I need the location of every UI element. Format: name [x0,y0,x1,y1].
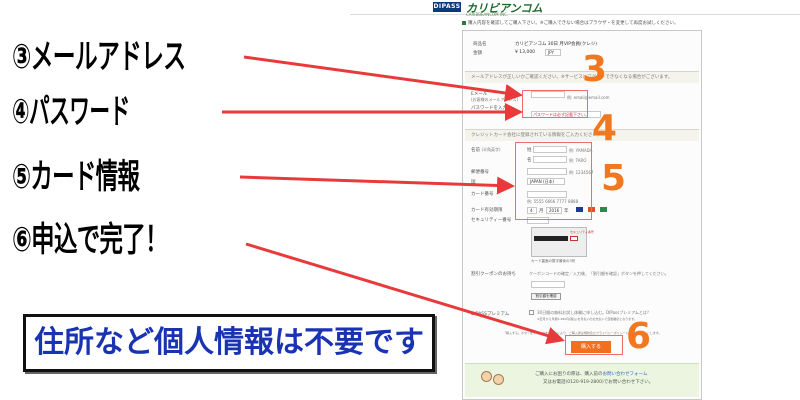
notice-banner: 住所など個人情報は不要です [23,314,435,372]
banner-text: 住所など個人情報は不要です [34,325,424,360]
arrow-to-card [239,175,515,195]
arrow-to-email [243,55,523,102]
screenshot-root: DIPASS カリビアンコム CARIBBEANCOM INC. 購入内容を確認… [0,0,800,400]
